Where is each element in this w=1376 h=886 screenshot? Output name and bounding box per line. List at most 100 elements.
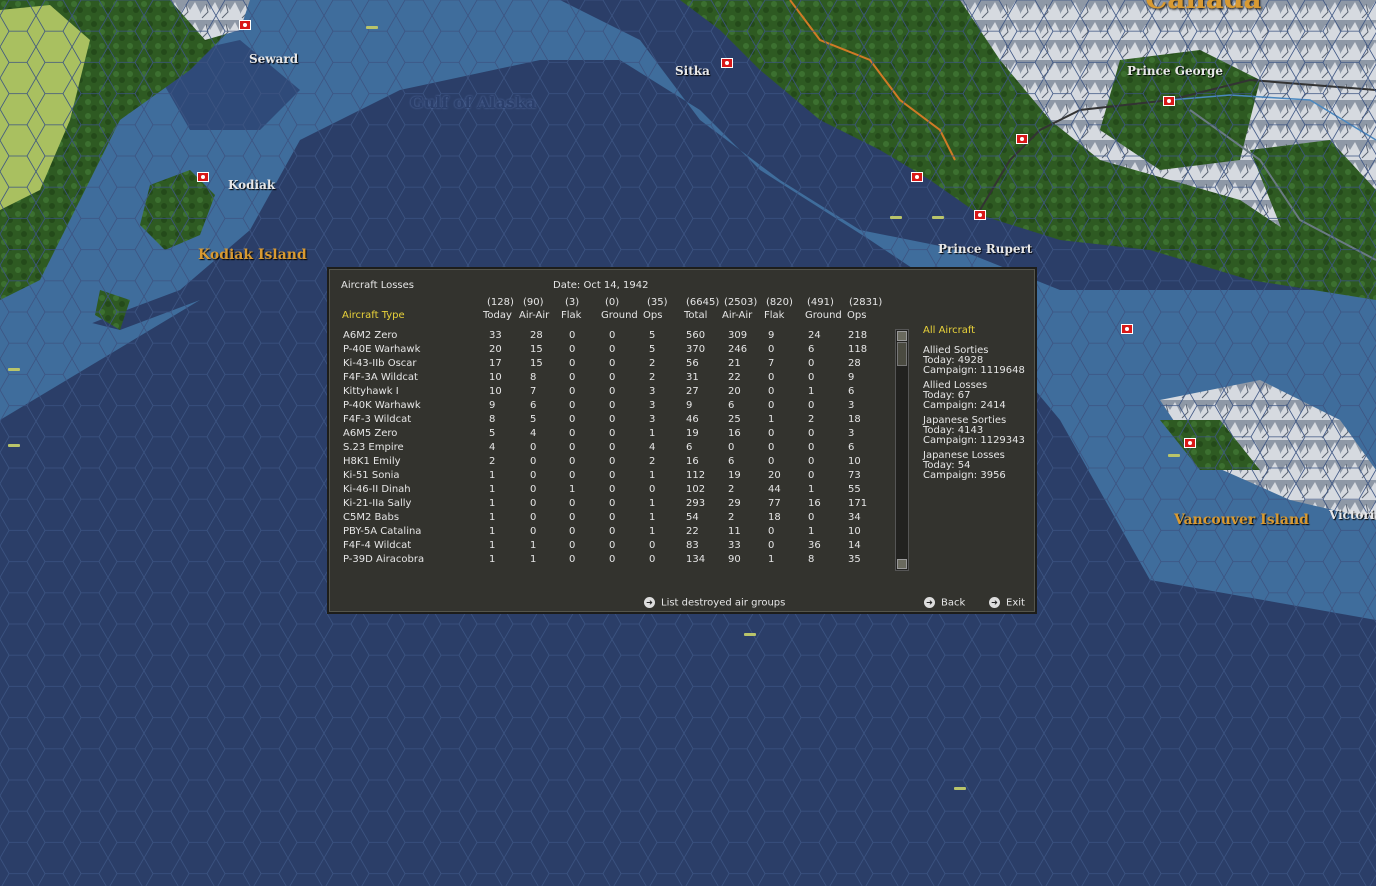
ship-unit-icon[interactable] [932, 216, 944, 219]
today-cell: 0 [530, 456, 537, 467]
campaign-cell: 29 [728, 498, 741, 509]
base-marker[interactable] [239, 20, 251, 30]
today-cell: 4 [489, 442, 496, 453]
aircraft-name: PBY-5A Catalina [343, 526, 422, 537]
ship-unit-icon[interactable] [890, 216, 902, 219]
today-cell: 5 [530, 414, 537, 425]
base-marker[interactable] [1184, 438, 1196, 448]
today-cell: 1 [489, 512, 496, 523]
campaign-cell: 55 [848, 484, 861, 495]
campaign-total-value: (491) [807, 297, 834, 308]
campaign-cell: 7 [768, 358, 775, 369]
base-marker[interactable] [721, 58, 733, 68]
today-cell: 28 [530, 330, 543, 341]
aircraft-name: A6M2 Zero [343, 330, 398, 341]
ship-unit-icon[interactable] [366, 26, 378, 29]
panel-title: Aircraft Losses [341, 280, 414, 291]
map-place-label: Kodiak [228, 178, 276, 192]
today-cell: 8 [530, 372, 537, 383]
today-cell: 0 [609, 498, 616, 509]
today-cell: 0 [569, 540, 576, 551]
campaign-cell: 22 [728, 372, 741, 383]
today-cell: 1 [530, 540, 537, 551]
base-marker[interactable] [197, 172, 209, 182]
ship-unit-icon[interactable] [8, 444, 20, 447]
scroll-up-arrow-icon[interactable] [897, 331, 907, 341]
campaign-cell: 0 [808, 372, 815, 383]
campaign-cell: 20 [768, 470, 781, 481]
all-aircraft-link[interactable]: All Aircraft [923, 325, 975, 336]
campaign-total-value: (2831) [849, 297, 883, 308]
ship-unit-icon[interactable] [1168, 454, 1180, 457]
ship-unit-icon[interactable] [744, 633, 756, 636]
campaign-cell: 9 [768, 330, 775, 341]
today-cell: 5 [489, 428, 496, 439]
aircraft-type-header: Aircraft Type [342, 310, 405, 321]
campaign-cell: 6 [728, 400, 735, 411]
allied-losses-campaign: Campaign: 2414 [923, 400, 1006, 411]
campaign-cell: 0 [768, 442, 775, 453]
today-cell: 15 [530, 344, 543, 355]
today-cell: 0 [609, 540, 616, 551]
campaign-cell: 0 [768, 400, 775, 411]
campaign-cell: 19 [728, 470, 741, 481]
aircraft-name: Ki-21-IIa Sally [343, 498, 412, 509]
today-column-header: Flak [561, 310, 582, 321]
campaign-cell: 22 [686, 526, 699, 537]
arrow-right-icon: ➜ [989, 597, 1000, 608]
campaign-cell: 2 [728, 484, 735, 495]
campaign-cell: 0 [808, 512, 815, 523]
back-button[interactable]: ➜ Back [924, 597, 965, 609]
aircraft-name: C5M2 Babs [343, 512, 400, 523]
today-cell: 6 [530, 400, 537, 411]
today-cell: 10 [489, 386, 502, 397]
today-cell: 0 [569, 344, 576, 355]
campaign-cell: 0 [768, 526, 775, 537]
losses-scrollbar[interactable] [895, 329, 909, 571]
campaign-cell: 560 [686, 330, 706, 341]
today-cell: 0 [609, 330, 616, 341]
campaign-cell: 3 [848, 400, 855, 411]
today-total-value: (0) [605, 297, 620, 308]
base-marker[interactable] [1121, 324, 1133, 334]
today-column-header: Today [483, 310, 512, 321]
campaign-cell: 44 [768, 484, 781, 495]
today-cell: 0 [569, 386, 576, 397]
ship-unit-icon[interactable] [8, 368, 20, 371]
today-cell: 8 [489, 414, 496, 425]
map-place-label: Seward [249, 52, 299, 66]
campaign-cell: 9 [848, 372, 855, 383]
base-marker[interactable] [911, 172, 923, 182]
campaign-cell: 1 [808, 484, 815, 495]
today-cell: 0 [530, 442, 537, 453]
back-label: Back [941, 597, 966, 609]
scroll-down-arrow-icon[interactable] [897, 559, 907, 569]
today-cell: 0 [569, 470, 576, 481]
campaign-column-header: Ops [847, 310, 867, 321]
exit-button[interactable]: ➜ Exit [989, 597, 1025, 609]
aircraft-name: S.23 Empire [343, 442, 404, 453]
ship-unit-icon[interactable] [954, 787, 966, 790]
campaign-cell: 2 [808, 414, 815, 425]
today-cell: 0 [569, 512, 576, 523]
today-cell: 0 [569, 400, 576, 411]
campaign-column-header: Air-Air [722, 310, 753, 321]
base-marker[interactable] [974, 210, 986, 220]
today-cell: 7 [530, 386, 537, 397]
today-cell: 0 [609, 512, 616, 523]
base-marker[interactable] [1016, 134, 1028, 144]
base-marker[interactable] [1163, 96, 1175, 106]
list-destroyed-air-groups-button[interactable]: ➜ List destroyed air groups [644, 597, 785, 609]
campaign-cell: 246 [728, 344, 748, 355]
today-cell: 0 [530, 470, 537, 481]
campaign-cell: 56 [686, 358, 699, 369]
campaign-cell: 35 [848, 554, 861, 565]
today-cell: 0 [530, 526, 537, 537]
today-cell: 17 [489, 358, 502, 369]
campaign-cell: 293 [686, 498, 706, 509]
aircraft-name: P-39D Airacobra [343, 554, 425, 565]
today-cell: 4 [649, 442, 656, 453]
today-cell: 0 [569, 414, 576, 425]
aircraft-name: F4F-4 Wildcat [343, 540, 412, 551]
scroll-thumb[interactable] [897, 342, 907, 366]
